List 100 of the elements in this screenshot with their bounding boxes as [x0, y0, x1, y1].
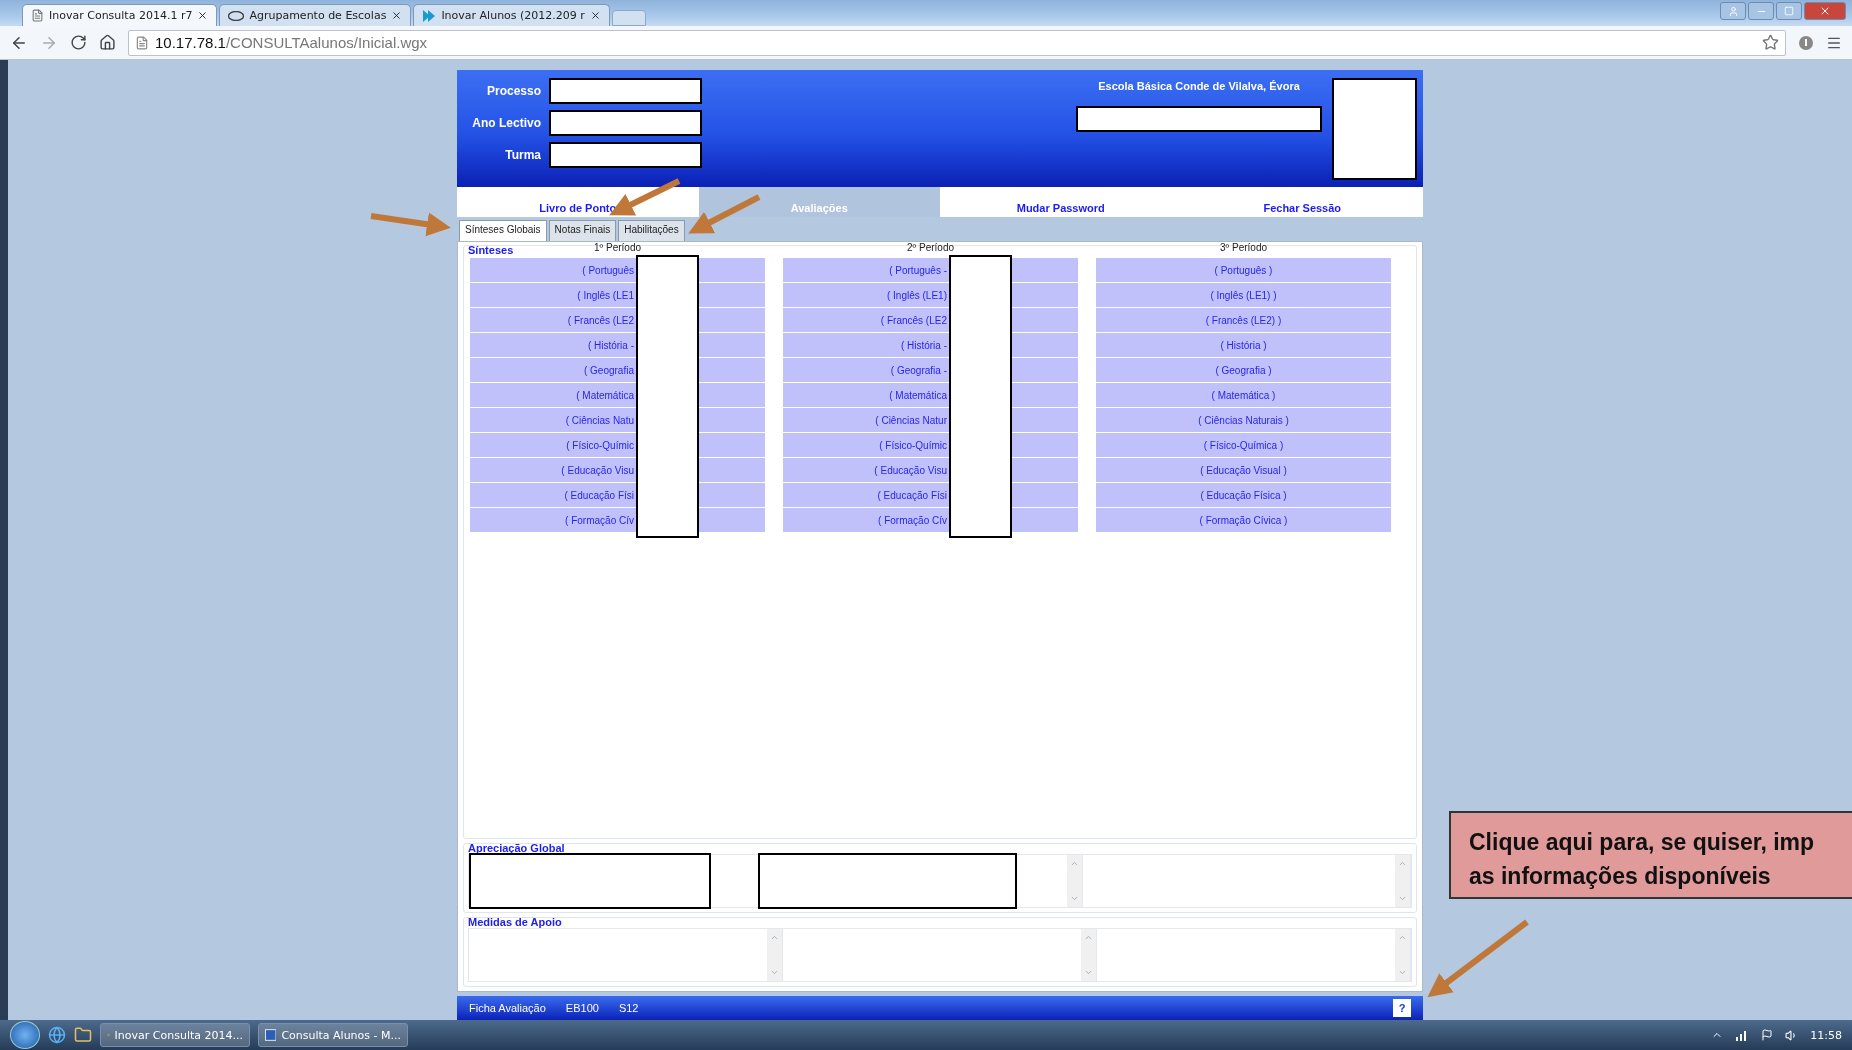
cell-background — [699, 333, 765, 357]
reload-icon[interactable] — [70, 34, 87, 51]
subject-link[interactable]: ( Geografia ) — [1096, 358, 1391, 382]
subject-link[interactable]: ( Francês (LE2 — [783, 308, 949, 332]
callout-note: Clique aqui para, se quiser, imp as informações disponíveis — [1449, 811, 1852, 899]
scroll-down-icon[interactable] — [1398, 894, 1407, 903]
sub-tab[interactable]: Notas Finais — [548, 220, 617, 241]
taskbar-button[interactable]: Inovar Consulta 2014... — [100, 1023, 250, 1047]
sub-tab[interactable]: Habilitações — [618, 220, 685, 241]
minimize-button[interactable] — [1748, 2, 1774, 20]
subject-link[interactable]: ( Formação Cívica ) — [1096, 508, 1391, 532]
cell-background — [1012, 333, 1078, 357]
subject-link[interactable]: ( Português — [470, 258, 636, 282]
subject-link[interactable]: ( Geografia - — [783, 358, 949, 382]
subject-link[interactable]: ( Físico-Química ) — [1096, 433, 1391, 457]
scrollbar[interactable] — [1395, 855, 1410, 907]
clock-text[interactable]: 11:58 — [1810, 1028, 1842, 1042]
scroll-up-icon[interactable] — [1084, 933, 1093, 942]
subject-link[interactable]: ( Matemática — [470, 383, 636, 407]
subject-link[interactable]: ( História - — [470, 333, 636, 357]
subject-link[interactable]: ( Educação Física ) — [1096, 483, 1391, 507]
subject-link[interactable]: ( Geografia — [470, 358, 636, 382]
scroll-down-icon[interactable] — [1398, 968, 1407, 977]
period-title: 3º Período — [1220, 242, 1267, 253]
scrollbar[interactable] — [1395, 929, 1410, 981]
subject-link[interactable]: ( Português ) — [1096, 258, 1391, 282]
subject-link[interactable]: ( Ciências Naturais ) — [1096, 408, 1391, 432]
subject-link[interactable]: ( Formação Cív — [470, 508, 636, 532]
nav-tab[interactable]: Fechar Sessão — [1181, 187, 1423, 217]
scrollbar[interactable] — [1067, 855, 1082, 907]
sub-tab[interactable]: Sínteses Globais — [459, 220, 547, 241]
maximize-button[interactable] — [1776, 2, 1802, 20]
home-icon[interactable] — [99, 34, 116, 51]
close-icon[interactable] — [391, 10, 403, 21]
close-icon[interactable] — [589, 10, 601, 21]
taskbar-button[interactable]: Consulta Alunos - M... — [258, 1023, 408, 1047]
browser-tab[interactable]: Agrupamento de Escolas — [219, 4, 412, 26]
scroll-down-icon[interactable] — [1070, 894, 1079, 903]
subject-link[interactable]: ( Francês (LE2 — [470, 308, 636, 332]
nav-tab[interactable]: Mudar Password — [940, 187, 1182, 217]
subject-link[interactable]: ( Ciências Natu — [470, 408, 636, 432]
subject-link[interactable]: ( Português - — [783, 258, 949, 282]
folder-icon[interactable] — [74, 1026, 92, 1044]
subject-link[interactable]: ( Inglês (LE1 — [470, 283, 636, 307]
cell-background — [699, 383, 765, 407]
subject-link[interactable]: ( História - — [783, 333, 949, 357]
address-field[interactable]: 10.17.78.1/CONSULTAalunos/Inicial.wgx — [128, 29, 1786, 56]
subject-link[interactable]: ( Educação Físi — [783, 483, 949, 507]
user-button[interactable] — [1720, 2, 1746, 20]
input-field[interactable] — [549, 142, 702, 168]
start-button[interactable] — [10, 1021, 40, 1049]
subject-link[interactable]: ( Educação Visual ) — [1096, 458, 1391, 482]
scroll-down-icon[interactable] — [1084, 968, 1093, 977]
close-button[interactable] — [1804, 2, 1846, 20]
logo-icon — [422, 8, 437, 23]
subject-link[interactable]: ( Formação Cív — [783, 508, 949, 532]
subject-link[interactable]: ( Francês (LE2) ) — [1096, 308, 1391, 332]
section-title: Sínteses — [468, 244, 514, 256]
input-field[interactable] — [549, 78, 702, 104]
scroll-up-icon[interactable] — [1070, 859, 1079, 868]
subject-link[interactable]: ( Educação Visu — [470, 458, 636, 482]
subject-link[interactable]: ( Educação Visu — [783, 458, 949, 482]
cell-background — [699, 483, 765, 507]
subject-link[interactable]: ( Inglês (LE1) — [783, 283, 949, 307]
scrollbar[interactable] — [767, 929, 782, 981]
subject-link[interactable]: ( Ciências Natur — [783, 408, 949, 432]
flag-icon[interactable] — [1761, 1029, 1774, 1041]
subject-link[interactable]: ( Matemática ) — [1096, 383, 1391, 407]
scroll-down-icon[interactable] — [770, 968, 779, 977]
field-label: Processo — [485, 84, 541, 98]
subject-link[interactable]: ( Matemática — [783, 383, 949, 407]
scroll-up-icon[interactable] — [1398, 933, 1407, 942]
subject-link[interactable]: ( História ) — [1096, 333, 1391, 357]
period-title: 2º Período — [907, 242, 954, 253]
scrollbar[interactable] — [1081, 929, 1096, 981]
url-text: 10.17.78.1/CONSULTAalunos/Inicial.wgx — [155, 34, 428, 51]
scroll-up-icon[interactable] — [1398, 859, 1407, 868]
user-icon — [1727, 5, 1739, 17]
cell-background — [699, 308, 765, 332]
new-tab-button[interactable] — [611, 10, 646, 26]
subject-link[interactable]: ( Educação Físi — [470, 483, 636, 507]
cell-background — [1012, 458, 1078, 482]
cell-background — [699, 358, 765, 382]
browser-tab[interactable]: Inovar Alunos (2012.209 r — [413, 4, 610, 26]
subject-link[interactable]: ( Inglês (LE1) ) — [1096, 283, 1391, 307]
maximize-icon — [1784, 6, 1794, 16]
section-title: Apreciação Global — [468, 842, 565, 854]
help-button[interactable]: ? — [1393, 999, 1411, 1017]
subject-link[interactable]: ( Físico-Químic — [783, 433, 949, 457]
scroll-up-icon[interactable] — [770, 933, 779, 942]
document-icon — [265, 1028, 277, 1042]
browser-tab[interactable]: Inovar Consulta 2014.1 r7 — [22, 4, 218, 26]
cell-background — [1012, 283, 1078, 307]
close-icon[interactable] — [197, 10, 209, 21]
subject-link[interactable]: ( Físico-Químic — [470, 433, 636, 457]
cell-background — [699, 283, 765, 307]
bookmark-star-icon[interactable] — [1762, 34, 1779, 51]
extension-icon[interactable] — [1798, 34, 1814, 51]
input-field[interactable] — [549, 110, 702, 136]
period-title: 1º Período — [594, 242, 641, 253]
